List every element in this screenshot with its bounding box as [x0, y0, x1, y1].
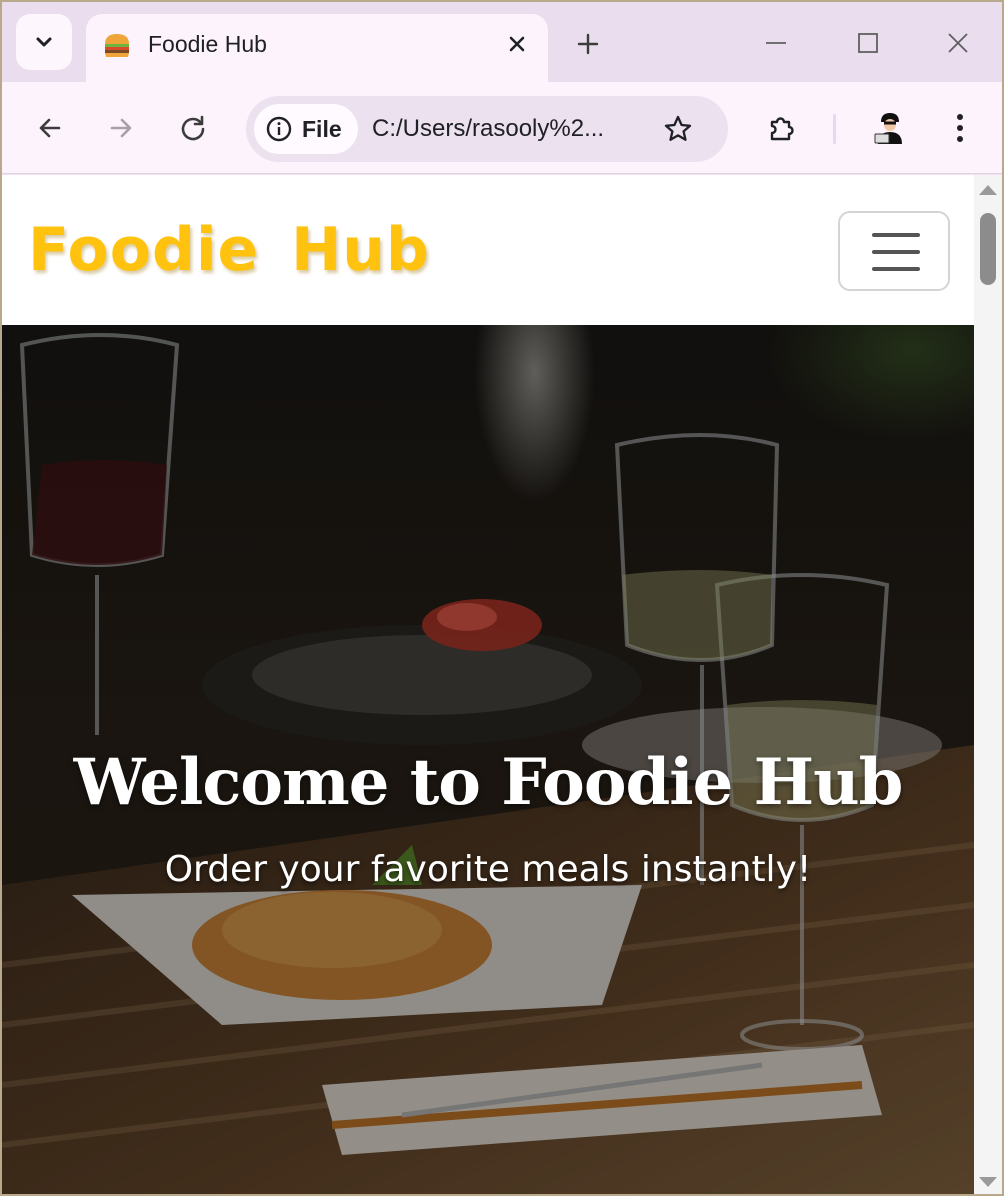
scrollbar-thumb[interactable]: [980, 213, 996, 285]
toolbar-divider: [833, 114, 836, 144]
site-chip-label: File: [302, 115, 342, 142]
scroll-down-arrow-icon[interactable]: [979, 1177, 997, 1187]
site-info-chip[interactable]: File: [254, 104, 358, 154]
back-arrow-icon: [39, 118, 61, 138]
bookmark-button[interactable]: [658, 109, 698, 149]
tab-search-button[interactable]: [16, 14, 72, 70]
site-navbar: Foodie Hub: [2, 175, 974, 325]
vertical-scrollbar[interactable]: [974, 175, 1002, 1194]
star-icon: [664, 115, 692, 141]
profile-avatar[interactable]: [868, 106, 912, 150]
tab-strip: Foodie Hub: [2, 2, 1002, 82]
browser-toolbar: File C:/Users/rasooly%2...: [2, 82, 1002, 174]
hero-section: Welcome to Foodie Hub Order your favorit…: [2, 325, 974, 1194]
more-vert-icon: [957, 114, 963, 142]
maximize-button[interactable]: [838, 18, 898, 68]
forward-arrow-icon: [110, 118, 132, 138]
forward-button[interactable]: [99, 106, 143, 150]
maximize-icon: [858, 33, 878, 53]
tab-active[interactable]: Foodie Hub: [86, 14, 548, 82]
menu-line: [872, 267, 920, 271]
browser-window: Foodie Hub File C:/Users/rasooly%2... Fo…: [0, 0, 1004, 1196]
close-window-button[interactable]: [928, 18, 988, 68]
new-tab-button[interactable]: [568, 24, 608, 64]
url-text[interactable]: C:/Users/rasooly%2...: [372, 115, 604, 143]
reload-button[interactable]: [171, 106, 215, 150]
more-menu-button[interactable]: [940, 106, 980, 150]
close-icon: [948, 33, 968, 53]
address-bar[interactable]: File C:/Users/rasooly%2...: [246, 96, 728, 162]
info-icon: [266, 116, 292, 142]
tab-close-button[interactable]: [500, 27, 534, 61]
menu-line: [872, 250, 920, 254]
minimize-icon: [766, 42, 786, 44]
menu-line: [872, 233, 920, 237]
back-button[interactable]: [28, 106, 72, 150]
hero-title: Welcome to Foodie Hub: [73, 745, 904, 820]
chevron-down-icon: [36, 37, 52, 47]
burger-favicon: [105, 34, 129, 57]
minimize-button[interactable]: [746, 18, 806, 68]
reload-icon: [181, 115, 205, 141]
extensions-button[interactable]: [760, 106, 804, 150]
scroll-up-arrow-icon[interactable]: [979, 185, 997, 195]
plus-icon: [577, 33, 599, 55]
hero-subtitle: Order your favorite meals instantly!: [164, 849, 812, 890]
extension-puzzle-icon: [770, 117, 794, 141]
close-icon: [509, 36, 525, 52]
tab-title: Foodie Hub: [148, 31, 267, 57]
page-viewport: Foodie Hub Welcome to Foodie Hub Order y…: [2, 175, 974, 1194]
navbar-toggle-button[interactable]: [838, 211, 950, 291]
profile-avatar-icon: [874, 113, 902, 144]
brand-logo[interactable]: Foodie Hub: [28, 215, 430, 285]
